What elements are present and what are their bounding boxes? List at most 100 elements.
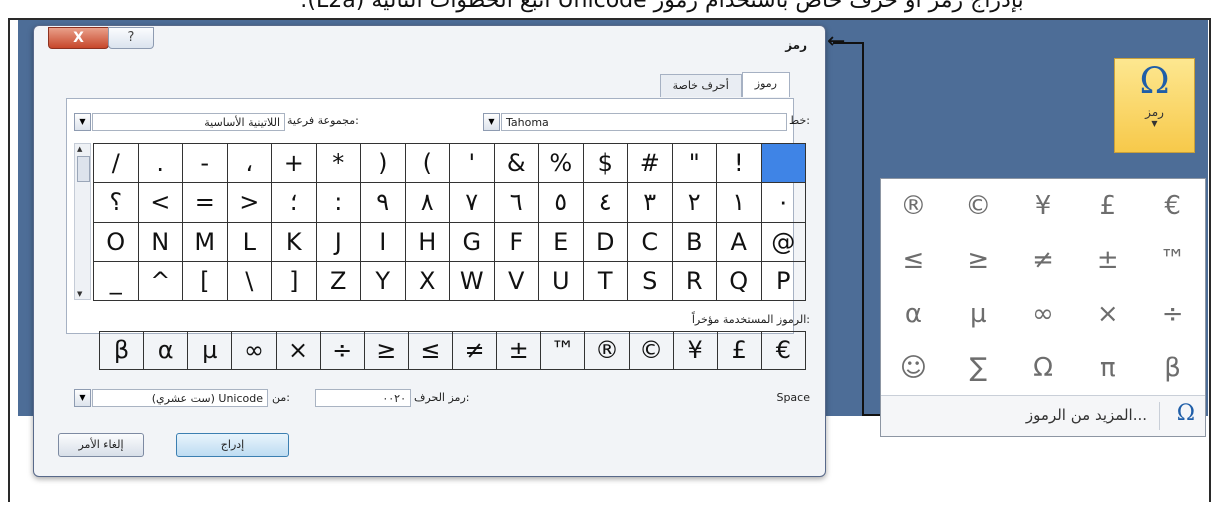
gallery-symbol[interactable]: ≤ xyxy=(946,233,1011,287)
symbol-cell[interactable]: ٣ xyxy=(628,183,673,223)
symbol-cell[interactable]: $ xyxy=(583,144,628,184)
symbol-cell[interactable]: & xyxy=(494,144,539,184)
symbol-cell[interactable]: P xyxy=(761,261,806,301)
symbol-cell[interactable]: ٤ xyxy=(583,183,628,223)
symbol-cell[interactable]: ٢ xyxy=(672,183,717,223)
symbol-cell[interactable] xyxy=(761,144,806,184)
more-symbols-item[interactable]: Ω المزيد من الرموز... xyxy=(881,395,1205,436)
recent-symbol-cell[interactable]: ÷ xyxy=(320,332,365,370)
gallery-symbol[interactable]: β xyxy=(1140,341,1205,395)
symbol-cell[interactable]: D xyxy=(583,222,628,262)
symbol-cell[interactable]: . xyxy=(138,144,183,184)
symbol-cell[interactable]: H xyxy=(405,222,450,262)
gallery-symbol[interactable]: ☺ xyxy=(881,341,946,395)
symbol-cell[interactable]: I xyxy=(361,222,406,262)
symbol-cell[interactable]: [ xyxy=(272,261,317,301)
symbol-cell[interactable]: @ xyxy=(761,222,806,262)
recent-symbol-cell[interactable]: ∞ xyxy=(232,332,277,370)
symbol-cell[interactable]: N xyxy=(138,222,183,262)
scroll-thumb[interactable] xyxy=(77,156,90,182)
symbol-grid-scrollbar[interactable]: ▲ ▼ xyxy=(74,143,91,300)
symbol-cell[interactable]: ، xyxy=(227,144,272,184)
symbol-cell[interactable]: * xyxy=(316,144,361,184)
symbol-cell[interactable]: C xyxy=(628,222,673,262)
symbol-cell[interactable]: ٦ xyxy=(494,183,539,223)
symbol-cell[interactable]: % xyxy=(539,144,584,184)
symbol-cell[interactable]: # xyxy=(628,144,673,184)
symbol-cell[interactable]: < xyxy=(227,183,272,223)
scroll-up-icon[interactable]: ▲ xyxy=(77,145,82,153)
gallery-symbol[interactable]: ¥ xyxy=(1011,179,1076,233)
gallery-symbol[interactable]: × xyxy=(1075,287,1140,341)
symbol-cell[interactable]: ( xyxy=(361,144,406,184)
ribbon-symbol-button[interactable]: Ω رمز ▼ xyxy=(1114,58,1195,153)
symbol-cell[interactable]: : xyxy=(316,183,361,223)
symbol-cell[interactable]: O xyxy=(94,222,139,262)
symbol-cell[interactable]: ؛ xyxy=(272,183,317,223)
recent-symbol-cell[interactable]: © xyxy=(629,332,674,370)
symbol-cell[interactable]: = xyxy=(183,183,228,223)
symbol-cell[interactable]: ' xyxy=(450,144,495,184)
gallery-symbol[interactable]: ® xyxy=(881,179,946,233)
symbol-cell[interactable]: J xyxy=(316,222,361,262)
gallery-symbol[interactable]: α xyxy=(881,287,946,341)
symbol-cell[interactable]: G xyxy=(450,222,495,262)
gallery-symbol[interactable]: Ω xyxy=(1011,341,1076,395)
gallery-symbol[interactable]: £ xyxy=(1075,179,1140,233)
recent-symbol-cell[interactable]: ≥ xyxy=(408,332,453,370)
tab-symbols[interactable]: رموز xyxy=(741,72,790,97)
symbol-cell[interactable]: / xyxy=(94,144,139,184)
symbol-cell[interactable]: ^ xyxy=(138,261,183,301)
symbol-cell[interactable]: Z xyxy=(316,261,361,301)
recent-symbol-cell[interactable]: α xyxy=(144,332,189,370)
symbol-cell[interactable]: _ xyxy=(94,261,139,301)
gallery-symbol[interactable]: ∑ xyxy=(946,341,1011,395)
symbol-cell[interactable]: M xyxy=(183,222,228,262)
symbol-cell[interactable]: > xyxy=(138,183,183,223)
tab-special-characters[interactable]: أحرف خاصة xyxy=(659,74,742,97)
symbol-cell[interactable]: ٧ xyxy=(450,183,495,223)
subset-field[interactable]: اللاتينية الأساسية xyxy=(92,113,285,131)
symbol-cell[interactable]: S xyxy=(628,261,673,301)
recent-symbol-cell[interactable]: £ xyxy=(717,332,762,370)
symbol-cell[interactable]: ١ xyxy=(717,183,762,223)
gallery-symbol[interactable]: π xyxy=(1075,341,1140,395)
font-field[interactable]: Tahoma xyxy=(501,113,787,131)
recent-symbol-cell[interactable]: ± xyxy=(497,332,542,370)
symbol-cell[interactable]: ) xyxy=(405,144,450,184)
symbol-cell[interactable]: U xyxy=(539,261,584,301)
scroll-down-icon[interactable]: ▼ xyxy=(77,290,82,298)
recent-symbol-cell[interactable]: µ xyxy=(188,332,233,370)
symbol-cell[interactable]: ٩ xyxy=(361,183,406,223)
symbol-cell[interactable]: ٠ xyxy=(761,183,806,223)
gallery-symbol[interactable]: € xyxy=(1140,179,1205,233)
gallery-symbol[interactable]: ™ xyxy=(1140,233,1205,287)
symbol-cell[interactable]: E xyxy=(539,222,584,262)
help-button[interactable]: ? xyxy=(108,27,154,49)
recent-symbol-cell[interactable]: ¥ xyxy=(673,332,718,370)
recent-symbol-cell[interactable]: × xyxy=(276,332,321,370)
symbol-cell[interactable]: W xyxy=(450,261,495,301)
recent-symbol-cell[interactable]: € xyxy=(761,332,806,370)
from-field[interactable]: Unicode (ست عشري) xyxy=(92,389,268,407)
gallery-symbol[interactable]: ≥ xyxy=(881,233,946,287)
insert-button[interactable]: إدراج xyxy=(176,433,289,457)
gallery-symbol[interactable]: ≠ xyxy=(1011,233,1076,287)
symbol-cell[interactable]: - xyxy=(183,144,228,184)
symbol-cell[interactable]: A xyxy=(717,222,762,262)
cancel-button[interactable]: إلغاء الأمر xyxy=(58,433,144,457)
gallery-symbol[interactable]: µ xyxy=(946,287,1011,341)
recent-symbol-cell[interactable]: ™ xyxy=(541,332,586,370)
symbol-cell[interactable]: V xyxy=(494,261,539,301)
symbol-cell[interactable]: L xyxy=(227,222,272,262)
recent-symbol-cell[interactable]: ≠ xyxy=(453,332,498,370)
symbol-cell[interactable]: B xyxy=(672,222,717,262)
recent-symbol-cell[interactable]: β xyxy=(100,332,145,370)
symbol-cell[interactable]: Y xyxy=(361,261,406,301)
gallery-symbol[interactable]: ÷ xyxy=(1140,287,1205,341)
symbol-cell[interactable]: Q xyxy=(717,261,762,301)
close-button[interactable]: X xyxy=(48,27,109,49)
subset-dropdown-arrow[interactable]: ▼ xyxy=(74,113,91,131)
from-dropdown-arrow[interactable]: ▼ xyxy=(74,389,91,407)
symbol-cell[interactable]: ! xyxy=(717,144,762,184)
